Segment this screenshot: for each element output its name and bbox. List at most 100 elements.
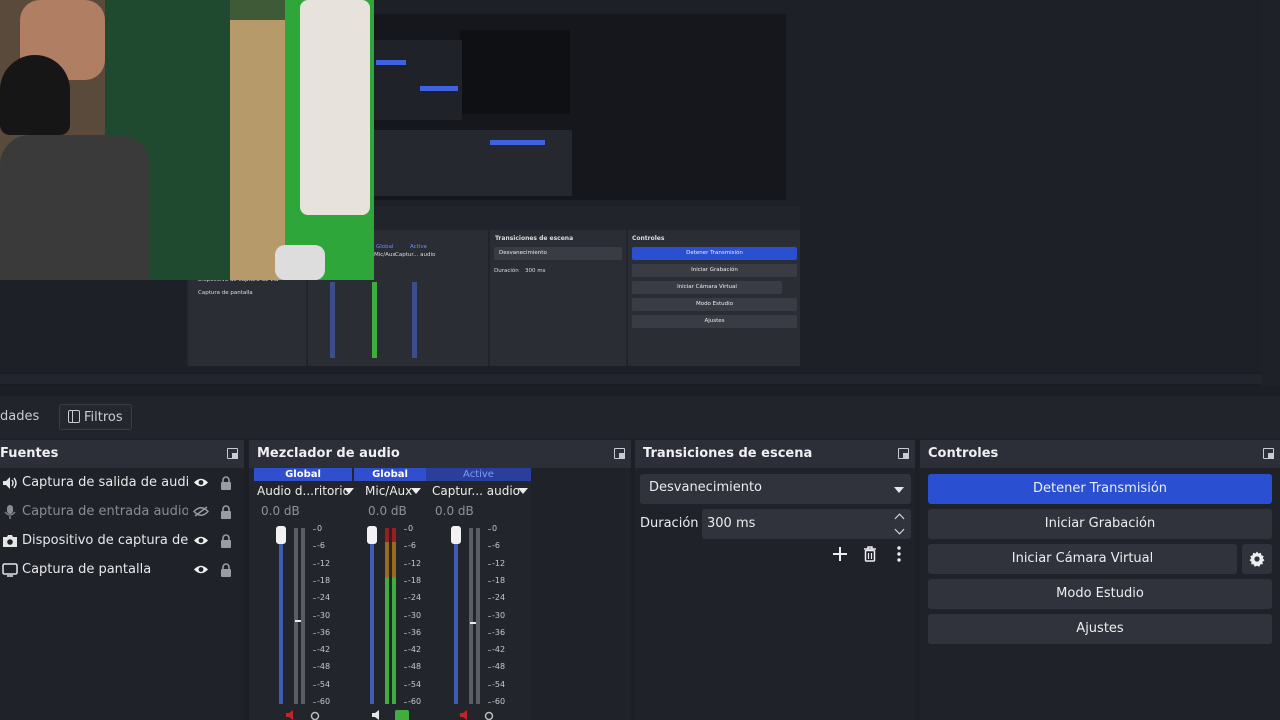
volume-slider-handle[interactable] <box>451 526 461 544</box>
audio-level-meter <box>392 528 396 704</box>
mixer-channel-name[interactable]: Captur... audio <box>432 484 520 498</box>
db-tick-label: -36 <box>487 627 506 637</box>
nested-transition-select: Desvanecimiento <box>494 247 622 260</box>
float-dock-icon[interactable] <box>614 448 625 459</box>
visibility-eye-icon[interactable] <box>193 564 209 575</box>
sources-title: Fuentes <box>0 446 59 461</box>
mixer-empty-area <box>531 468 631 720</box>
db-tick-label: -36 <box>312 627 331 637</box>
visibility-eye-icon[interactable] <box>193 535 209 546</box>
spin-down-icon[interactable] <box>894 524 905 535</box>
gear-icon <box>1249 551 1265 567</box>
db-tick-label: -42 <box>403 645 422 655</box>
hidden-eye-icon[interactable] <box>193 506 209 517</box>
nested-preview-inner <box>460 30 570 114</box>
controls-body: Detener Transmisión Iniciar Grabación In… <box>920 468 1280 720</box>
settings-button[interactable]: Ajustes <box>928 614 1272 644</box>
volume-slider-handle[interactable] <box>367 526 377 544</box>
source-item[interactable]: Captura de pantalla <box>0 556 242 585</box>
lock-icon[interactable] <box>220 505 232 519</box>
start-recording-button[interactable]: Iniciar Grabación <box>928 509 1272 539</box>
nested-ui-block <box>372 40 462 120</box>
mixer-channel-name[interactable]: Audio d...ritorio <box>257 484 350 498</box>
peak-indicator <box>470 622 476 624</box>
mixer-channel-header: Global <box>354 468 426 481</box>
preview-horizontal-scrollbar[interactable] <box>0 374 1262 384</box>
webcam-person <box>0 135 150 280</box>
properties-label: dades <box>0 409 40 424</box>
add-icon[interactable] <box>832 546 848 562</box>
gear-icon[interactable] <box>483 710 495 720</box>
db-tick-label: -18 <box>487 575 506 585</box>
preview-area[interactable]: Dispositivo de captura de vid Captura de… <box>0 0 1280 386</box>
trash-icon[interactable] <box>863 546 877 562</box>
duration-value: 300 ms <box>707 516 756 531</box>
webcam-object <box>275 245 325 280</box>
more-options-icon[interactable] <box>896 546 902 562</box>
visibility-eye-icon[interactable] <box>193 477 209 488</box>
nested-mixer-head: Global <box>376 244 394 250</box>
virtual-camera-settings-button[interactable] <box>1242 544 1272 574</box>
speaker-icon[interactable] <box>371 710 385 720</box>
nested-mixer-head: Active <box>410 244 428 250</box>
source-label: Dispositivo de captura de vídeo <box>22 533 188 548</box>
properties-tab[interactable]: dades <box>0 404 47 430</box>
stop-streaming-button[interactable]: Detener Transmisión <box>928 474 1272 504</box>
nested-stop-stream-button: Detener Transmisión <box>632 247 797 260</box>
db-tick-label: -54 <box>487 679 506 689</box>
mute-speaker-icon[interactable] <box>459 710 473 720</box>
transitions-body: Desvanecimiento Duración 300 ms <box>635 468 915 720</box>
source-item[interactable]: Captura de salida de audio <box>0 469 242 498</box>
chevron-down-icon[interactable] <box>518 488 528 494</box>
spin-up-icon[interactable] <box>894 513 905 524</box>
filters-tab[interactable]: Filtros <box>59 404 132 430</box>
lock-icon[interactable] <box>220 563 232 577</box>
peak-indicator <box>295 620 301 622</box>
gear-icon[interactable] <box>395 710 409 720</box>
mixer-channel-name[interactable]: Mic/Aux <box>365 484 412 498</box>
chevron-down-icon[interactable] <box>411 488 421 494</box>
float-dock-icon[interactable] <box>898 448 909 459</box>
webcam-background <box>230 20 285 280</box>
volume-slider-handle[interactable] <box>276 526 286 544</box>
float-dock-icon[interactable] <box>1263 448 1274 459</box>
db-tick-label: -6 <box>488 541 500 551</box>
preview-vertical-scrollbar[interactable] <box>1262 0 1280 386</box>
db-tick-label: -30 <box>403 610 422 620</box>
monitor-icon <box>2 563 18 577</box>
mixer-channel-header: Global <box>254 468 352 481</box>
volume-slider-track[interactable] <box>370 528 374 704</box>
nested-settings-button: Ajustes <box>632 315 797 328</box>
db-tick-label: -54 <box>403 679 422 689</box>
transition-select[interactable]: Desvanecimiento <box>640 474 911 504</box>
lock-icon[interactable] <box>220 476 232 490</box>
chevron-down-icon[interactable] <box>344 488 354 494</box>
preview-canvas: Dispositivo de captura de vid Captura de… <box>0 0 1262 372</box>
duration-spinbox[interactable]: 300 ms <box>702 509 911 539</box>
audio-level-meter <box>301 528 305 704</box>
source-item[interactable]: Captura de entrada audio <box>0 498 242 527</box>
mute-speaker-icon[interactable] <box>285 710 299 720</box>
db-tick-label: -48 <box>312 662 331 672</box>
db-tick-label: -36 <box>403 627 422 637</box>
start-virtual-camera-button[interactable]: Iniciar Cámara Virtual <box>928 544 1237 574</box>
gear-icon[interactable] <box>309 710 321 720</box>
db-tick-label: -24 <box>487 593 506 603</box>
chevron-down-icon <box>894 487 904 493</box>
sources-dock-header: Fuentes <box>0 440 244 468</box>
db-tick-label: -60 <box>312 697 331 706</box>
lock-icon[interactable] <box>220 534 232 548</box>
float-dock-icon[interactable] <box>227 448 238 459</box>
db-tick-label: -18 <box>403 575 422 585</box>
filter-icon <box>68 410 80 423</box>
controls-dock-header: Controles <box>920 440 1280 468</box>
source-item[interactable]: Dispositivo de captura de vídeo <box>0 527 242 556</box>
nested-mixer-name: Captur... audio <box>395 252 436 258</box>
db-tick-label: -6 <box>313 541 325 551</box>
mixer-volume-db: 0.0 dB <box>435 504 474 518</box>
volume-slider-track[interactable] <box>454 528 458 704</box>
audio-level-meter <box>294 528 298 704</box>
nested-meter <box>330 282 335 358</box>
volume-slider-track[interactable] <box>279 528 283 704</box>
studio-mode-button[interactable]: Modo Estudio <box>928 579 1272 609</box>
